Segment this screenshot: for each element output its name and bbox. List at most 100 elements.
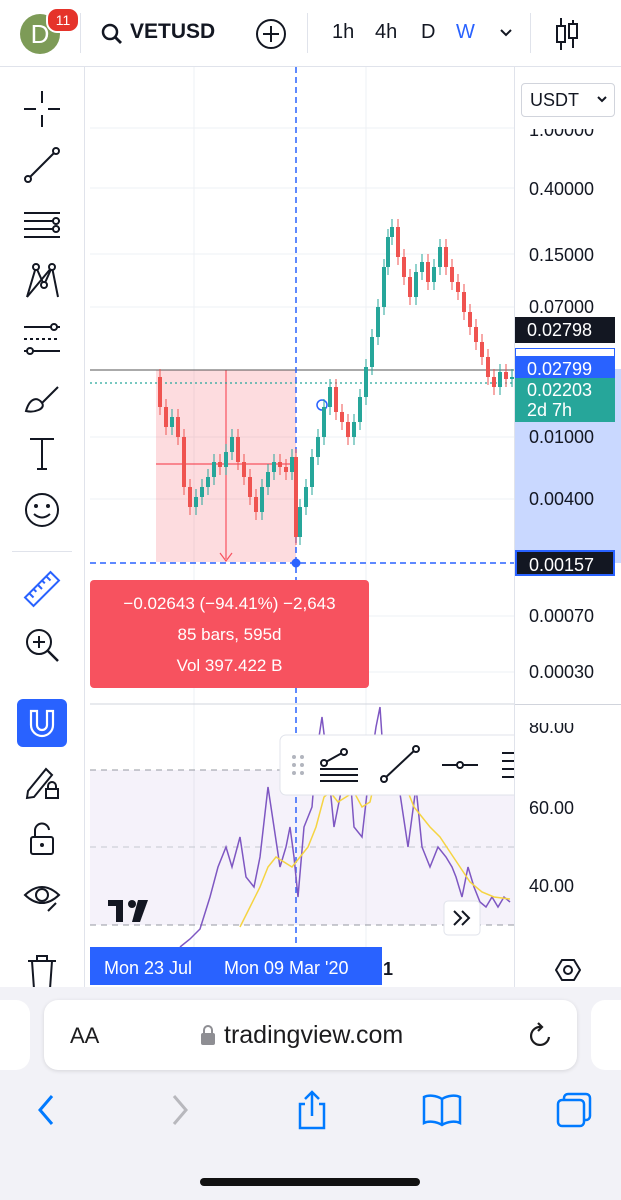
candle-body bbox=[212, 462, 216, 477]
candle-body bbox=[322, 407, 326, 437]
candle-body bbox=[438, 247, 442, 267]
bookmarks-icon[interactable] bbox=[420, 1088, 464, 1132]
price-tick: 0.00030 bbox=[529, 662, 595, 682]
ruler-icon[interactable] bbox=[20, 567, 64, 611]
eye-icon[interactable] bbox=[20, 873, 64, 917]
zoom-in-icon[interactable] bbox=[20, 623, 64, 667]
tabs-icon[interactable] bbox=[552, 1088, 596, 1132]
candle-body bbox=[444, 247, 448, 267]
measure-volume: Vol 397.422 B bbox=[176, 656, 283, 675]
candle-body bbox=[176, 417, 180, 437]
scroll-to-latest-button[interactable] bbox=[443, 900, 481, 936]
floating-drawing-toolbar[interactable] bbox=[279, 734, 514, 796]
top-toolbar bbox=[0, 0, 621, 67]
brush-icon[interactable] bbox=[20, 375, 64, 419]
timeframe-1h[interactable]: 1h bbox=[332, 21, 354, 44]
trend-line-icon[interactable] bbox=[20, 143, 64, 187]
candle-body bbox=[396, 227, 400, 257]
price-chart[interactable] bbox=[90, 67, 514, 987]
candle-body bbox=[340, 412, 344, 422]
candle-body bbox=[346, 422, 350, 437]
candle-body bbox=[358, 397, 362, 422]
candle-body bbox=[294, 457, 298, 537]
pattern-icon[interactable] bbox=[20, 259, 64, 303]
candle-body bbox=[420, 262, 424, 272]
indicator-tick: 40.00 bbox=[529, 876, 575, 896]
candle-body bbox=[316, 437, 320, 457]
prev-tab-peek[interactable] bbox=[0, 1000, 30, 1070]
pane-divider bbox=[515, 704, 621, 705]
url-text[interactable]: tradingview.com bbox=[224, 1021, 403, 1050]
lock-icon[interactable] bbox=[20, 817, 64, 861]
price-tick: 1.00000 bbox=[529, 120, 595, 140]
text-icon[interactable] bbox=[20, 431, 64, 475]
candle-body bbox=[480, 342, 484, 357]
candle-body bbox=[158, 377, 162, 407]
crosshair-icon[interactable] bbox=[20, 87, 64, 131]
emoji-icon[interactable] bbox=[20, 488, 64, 532]
candle-body bbox=[182, 437, 186, 487]
chevron-down-icon bbox=[597, 96, 607, 103]
currency-select[interactable]: USDT bbox=[521, 83, 615, 117]
end-date: Mon 09 Mar '20 bbox=[224, 958, 349, 978]
candle-body bbox=[278, 462, 282, 467]
fib-retracement-icon[interactable] bbox=[20, 203, 64, 247]
candle-body bbox=[298, 507, 302, 537]
candle-body bbox=[432, 267, 436, 282]
price-tick: 0.15000 bbox=[529, 245, 595, 265]
price-axis[interactable]: USDT 1.00000 0.40000 0.15000 0.07000 0.0… bbox=[514, 67, 621, 987]
next-tab-peek[interactable] bbox=[591, 1000, 621, 1070]
time-range-label: Mon 23 Jul Mon 09 Mar '20 bbox=[90, 947, 382, 985]
candle-body bbox=[492, 377, 496, 387]
candle-type-icon[interactable] bbox=[552, 14, 582, 54]
magnet-icon[interactable] bbox=[17, 699, 67, 747]
candle-body bbox=[328, 387, 332, 407]
separator bbox=[307, 13, 308, 53]
candle-body bbox=[364, 367, 368, 397]
candle-body bbox=[266, 472, 270, 487]
price-tick: 0.40000 bbox=[529, 179, 595, 199]
price-tick: 0.00070 bbox=[529, 606, 595, 626]
indicator-tick: 80.00 bbox=[529, 717, 575, 737]
share-icon[interactable] bbox=[290, 1088, 334, 1132]
candle-body bbox=[254, 497, 258, 512]
symbol-name: VETUSD bbox=[130, 20, 216, 43]
separator bbox=[530, 13, 531, 53]
measure-bars: 85 bars, 595d bbox=[177, 625, 282, 644]
candle-body bbox=[260, 487, 264, 512]
timeframe-w[interactable]: W bbox=[456, 21, 475, 44]
candle-body bbox=[402, 257, 406, 277]
candle-body bbox=[206, 477, 210, 487]
measure-low-label: 0.00157 bbox=[515, 550, 615, 576]
time-tick: 1 bbox=[383, 959, 394, 979]
price-tick: 0.07000 bbox=[529, 297, 595, 317]
candle-body bbox=[194, 497, 198, 507]
timeframe-4h[interactable]: 4h bbox=[375, 21, 397, 44]
candle-body bbox=[474, 327, 478, 342]
reload-icon[interactable] bbox=[527, 1020, 555, 1050]
text-size-button[interactable]: AA bbox=[70, 1023, 99, 1049]
candle-body bbox=[236, 437, 240, 462]
forecast-icon[interactable] bbox=[20, 317, 64, 361]
candle-body bbox=[170, 417, 174, 427]
toolbar-divider bbox=[12, 551, 72, 552]
chevron-down-icon[interactable] bbox=[498, 27, 514, 39]
settings-icon[interactable] bbox=[555, 957, 581, 983]
candle-body bbox=[498, 372, 502, 387]
timeframe-d[interactable]: D bbox=[421, 21, 435, 44]
countdown-label: 0.02203 2d 7h bbox=[515, 378, 615, 422]
candle-body bbox=[218, 462, 222, 467]
last-price-label: 0.02798 bbox=[515, 317, 615, 343]
candle-body bbox=[376, 307, 380, 337]
candle-body bbox=[310, 457, 314, 487]
candle-body bbox=[230, 437, 234, 452]
start-date: Mon 23 Jul bbox=[104, 958, 193, 978]
candle-body bbox=[426, 262, 430, 282]
candle-body bbox=[370, 337, 374, 367]
candle-body bbox=[242, 462, 246, 477]
back-icon[interactable] bbox=[24, 1088, 68, 1132]
forward-icon[interactable] bbox=[158, 1088, 202, 1132]
add-compare-icon[interactable] bbox=[255, 18, 287, 50]
pencil-lock-icon[interactable] bbox=[20, 759, 64, 803]
candle-body bbox=[164, 407, 168, 427]
